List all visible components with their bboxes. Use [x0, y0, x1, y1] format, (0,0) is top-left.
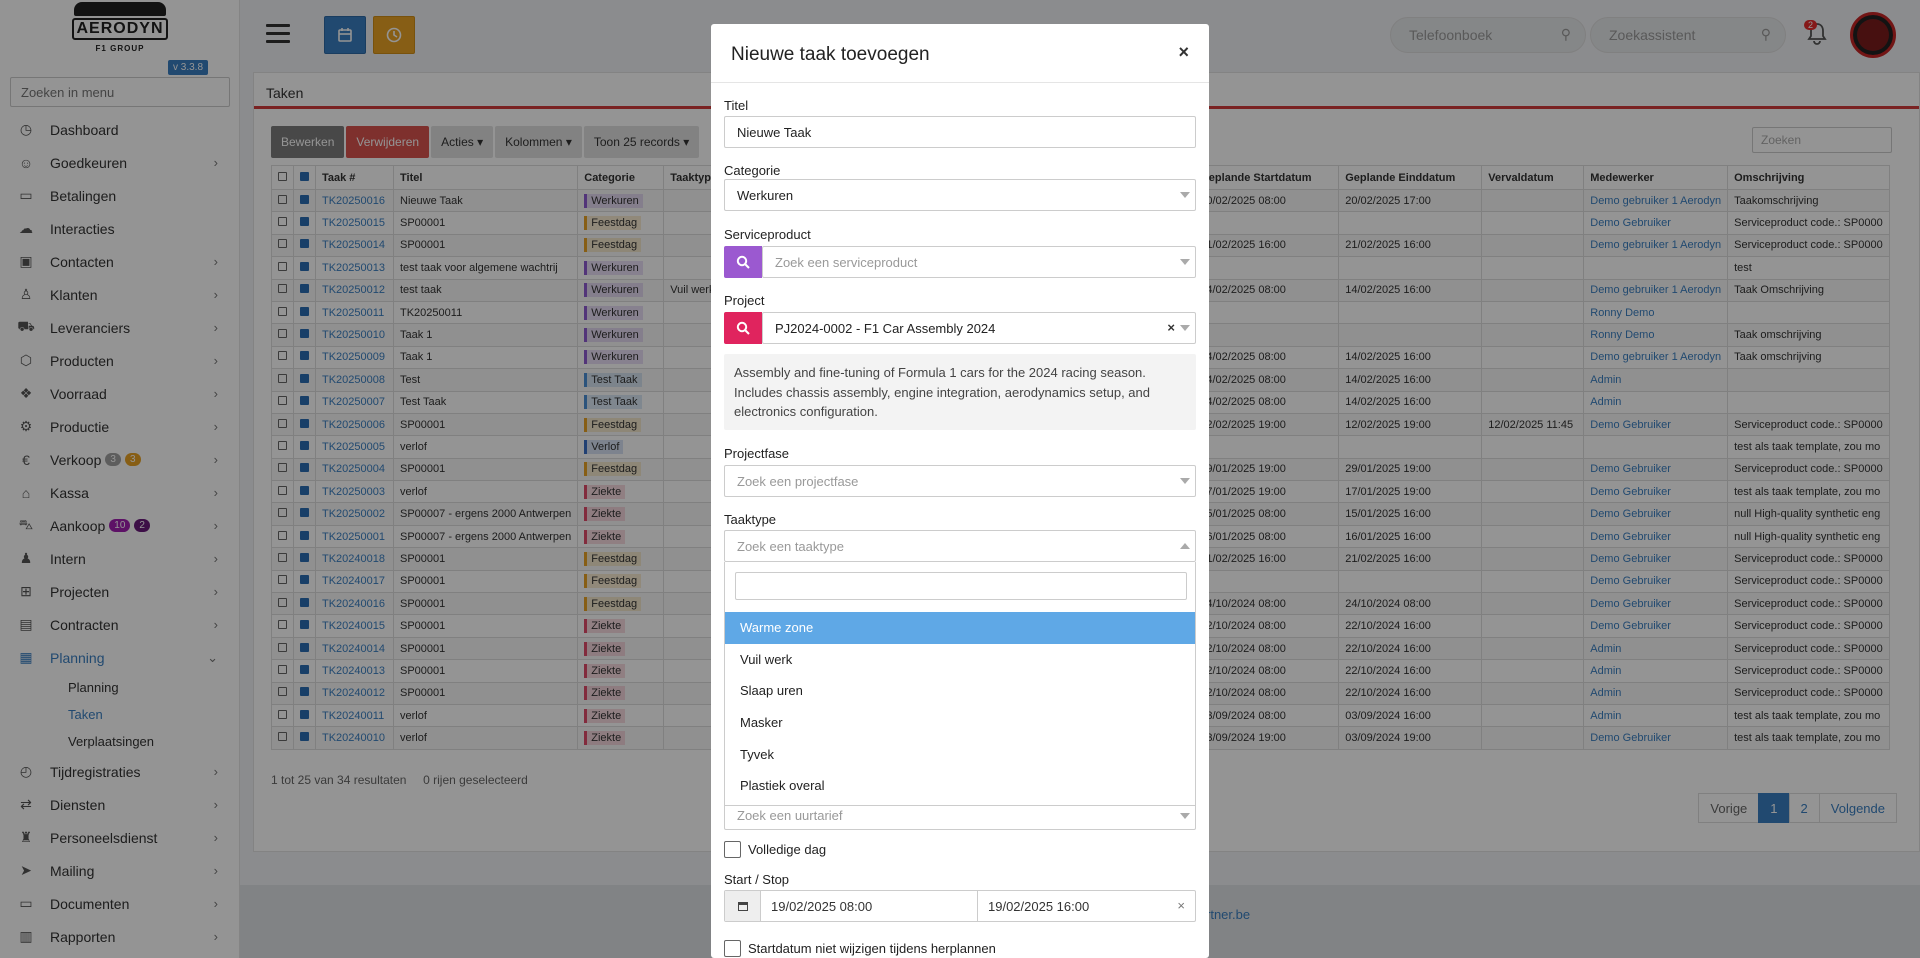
- titel-value: Nieuwe Taak: [737, 124, 812, 140]
- categorie-value: Werkuren: [737, 187, 794, 203]
- niet-wijzigen-label: Startdatum niet wijzigen tijdens herplan…: [748, 941, 996, 956]
- modal-header: Nieuwe taak toevoegen ×: [711, 24, 1209, 83]
- stop-date-input[interactable]: 19/02/2025 16:00 ×: [978, 891, 1195, 921]
- taaktype-option[interactable]: Plastiek overal: [725, 770, 1195, 802]
- serviceproduct-label: Serviceproduct: [724, 227, 811, 242]
- calendar-icon[interactable]: [725, 891, 761, 921]
- clear-icon[interactable]: ×: [1167, 320, 1175, 335]
- taaktype-dropdown-search[interactable]: [735, 572, 1187, 600]
- new-task-modal: Nieuwe taak toevoegen × Titel Nieuwe Taa…: [711, 24, 1209, 958]
- projectfase-select[interactable]: Zoek een projectfase: [724, 465, 1196, 497]
- start-stop-label: Start / Stop: [724, 872, 790, 887]
- volledige-dag-label: Volledige dag: [748, 842, 827, 857]
- serviceproduct-search-button[interactable]: [724, 246, 762, 278]
- taaktype-option[interactable]: Slaap uren: [725, 675, 1195, 707]
- chevron-down-icon: [1180, 325, 1190, 331]
- niet-wijzigen-checkbox[interactable]: [724, 940, 741, 957]
- categorie-select[interactable]: Werkuren: [724, 179, 1196, 211]
- chevron-down-icon: [1180, 192, 1190, 198]
- taaktype-option[interactable]: Tyvek: [725, 738, 1195, 770]
- taaktype-option[interactable]: Masker: [725, 707, 1195, 739]
- volledige-dag-checkbox[interactable]: [724, 841, 741, 858]
- projectfase-label: Projectfase: [724, 446, 790, 461]
- serviceproduct-select[interactable]: Zoek een serviceproduct: [762, 246, 1196, 278]
- taaktype-select[interactable]: Zoek een taaktype: [724, 530, 1196, 562]
- serviceproduct-placeholder: Zoek een serviceproduct: [775, 254, 918, 270]
- stop-date-value: 19/02/2025 16:00: [988, 898, 1090, 914]
- clear-icon[interactable]: ×: [1177, 898, 1185, 913]
- titel-label: Titel: [724, 98, 749, 113]
- categorie-label: Categorie: [724, 163, 781, 178]
- start-date-value: 19/02/2025 08:00: [771, 898, 873, 914]
- chevron-down-icon: [1180, 478, 1190, 484]
- chevron-up-icon: [1180, 543, 1190, 549]
- uurtarief-placeholder: Zoek een uurtarief: [737, 807, 843, 823]
- project-description: Assembly and fine-tuning of Formula 1 ca…: [724, 354, 1196, 430]
- titel-input[interactable]: Nieuwe Taak: [724, 116, 1196, 148]
- project-label: Project: [724, 293, 765, 308]
- taaktype-option[interactable]: Vuil werk: [725, 644, 1195, 676]
- chevron-down-icon: [1180, 813, 1190, 819]
- taaktype-options: Warme zone Vuil werk Slaap uren Masker Tyvek…: [725, 612, 1195, 802]
- projectfase-placeholder: Zoek een projectfase: [737, 473, 859, 489]
- taaktype-label: Taaktype: [724, 512, 777, 527]
- taaktype-option[interactable]: Warme zone: [725, 612, 1195, 644]
- project-select[interactable]: PJ2024-0002 - F1 Car Assembly 2024 ×: [762, 312, 1196, 344]
- taaktype-placeholder: Zoek een taaktype: [737, 538, 844, 554]
- search-icon: [736, 321, 750, 335]
- close-icon[interactable]: ×: [1178, 42, 1189, 63]
- start-stop-fields: 19/02/2025 08:00 19/02/2025 16:00 ×: [724, 890, 1196, 922]
- project-search-button[interactable]: [724, 312, 762, 344]
- start-date-input[interactable]: 19/02/2025 08:00: [761, 891, 978, 921]
- taaktype-dropdown: Warme zone Vuil werk Slaap uren Masker Tyvek…: [724, 562, 1196, 806]
- project-value: PJ2024-0002 - F1 Car Assembly 2024: [775, 320, 996, 336]
- chevron-down-icon: [1180, 259, 1190, 265]
- search-icon: [736, 255, 750, 269]
- modal-title: Nieuwe taak toevoegen: [731, 44, 930, 65]
